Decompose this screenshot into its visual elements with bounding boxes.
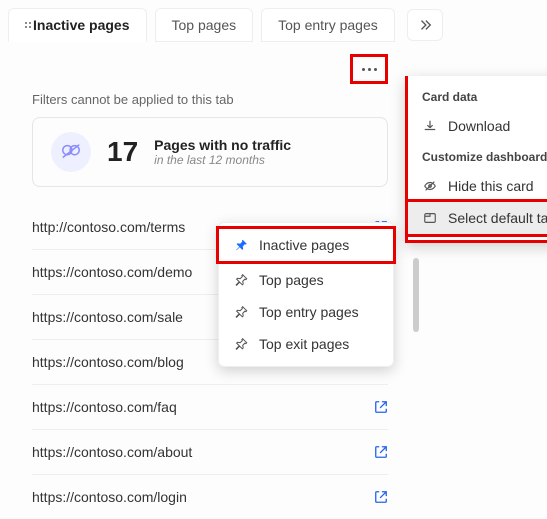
eye-off-icon (422, 178, 438, 194)
open-external-icon[interactable] (374, 400, 388, 414)
submenu-item-label: Top pages (259, 272, 324, 288)
filter-note: Filters cannot be applied to this tab (32, 92, 388, 107)
submenu-item-label: Top entry pages (259, 304, 359, 320)
list-item[interactable]: https://contoso.com/login (32, 475, 388, 519)
flyout-section-card-data: Card data (408, 82, 547, 110)
stat-title: Pages with no traffic (154, 137, 291, 153)
url-text: https://contoso.com/demo (32, 264, 192, 280)
pin-outline-icon (233, 336, 249, 352)
open-external-icon[interactable] (374, 490, 388, 504)
pin-icon (233, 237, 249, 253)
submenu-item-top-exit-pages[interactable]: Top exit pages (219, 328, 393, 360)
list-item[interactable]: https://contoso.com/about (32, 430, 388, 475)
menu-item-select-default-tab[interactable]: Select default tab (405, 199, 547, 237)
tabs-overflow-button[interactable] (407, 9, 443, 41)
chevron-double-right-icon (418, 18, 432, 32)
submenu-item-label: Inactive pages (259, 237, 349, 253)
more-options-button[interactable] (355, 59, 383, 79)
url-text: https://contoso.com/blog (32, 354, 184, 370)
submenu-item-inactive-pages[interactable]: Inactive pages (219, 229, 393, 261)
tab-inactive-pages[interactable]: Inactive pages (8, 8, 147, 42)
tab-icon (422, 210, 438, 226)
tab-label: Top pages (172, 17, 237, 33)
list-item[interactable]: https://contoso.com/faq (32, 385, 388, 430)
menu-item-download[interactable]: Download (408, 110, 547, 142)
menu-item-label: Select default tab (448, 210, 547, 226)
url-text: https://contoso.com/sale (32, 309, 183, 325)
no-traffic-icon (60, 141, 82, 163)
tab-top-entry-pages[interactable]: Top entry pages (261, 8, 395, 42)
flyout-section-customize: Customize dashboard (408, 142, 547, 170)
stat-icon-wrap (51, 132, 91, 172)
select-default-tab-flyout: Inactive pages Top pages Top entry pages… (218, 222, 394, 367)
grip-icon (25, 22, 27, 28)
highlight-box-default-selection: Inactive pages (216, 226, 396, 264)
tab-label: Inactive pages (33, 17, 130, 33)
pin-outline-icon (233, 304, 249, 320)
highlight-box-more (350, 54, 388, 84)
scrollbar-thumb[interactable] (413, 258, 419, 332)
url-text: https://contoso.com/faq (32, 399, 177, 415)
download-icon (422, 118, 438, 134)
submenu-item-label: Top exit pages (259, 336, 349, 352)
pin-outline-icon (233, 272, 249, 288)
submenu-item-top-entry-pages[interactable]: Top entry pages (219, 296, 393, 328)
stat-number: 17 (107, 136, 138, 168)
url-text: http://contoso.com/terms (32, 219, 185, 235)
ellipsis-icon (362, 68, 377, 71)
open-external-icon[interactable] (374, 445, 388, 459)
stat-card: 17 Pages with no traffic in the last 12 … (32, 117, 388, 187)
card-options-flyout: Card data Download Customize dashboard H… (405, 76, 547, 243)
menu-item-label: Hide this card (448, 178, 534, 194)
submenu-item-top-pages[interactable]: Top pages (219, 264, 393, 296)
menu-item-hide-card[interactable]: Hide this card (408, 170, 547, 202)
stat-subtitle: in the last 12 months (154, 153, 291, 167)
tab-top-pages[interactable]: Top pages (155, 8, 254, 42)
url-text: https://contoso.com/about (32, 444, 192, 460)
tab-label: Top entry pages (278, 17, 378, 33)
menu-item-label: Download (448, 118, 510, 134)
tabs-row: Inactive pages Top pages Top entry pages (0, 0, 547, 42)
url-text: https://contoso.com/login (32, 489, 187, 505)
